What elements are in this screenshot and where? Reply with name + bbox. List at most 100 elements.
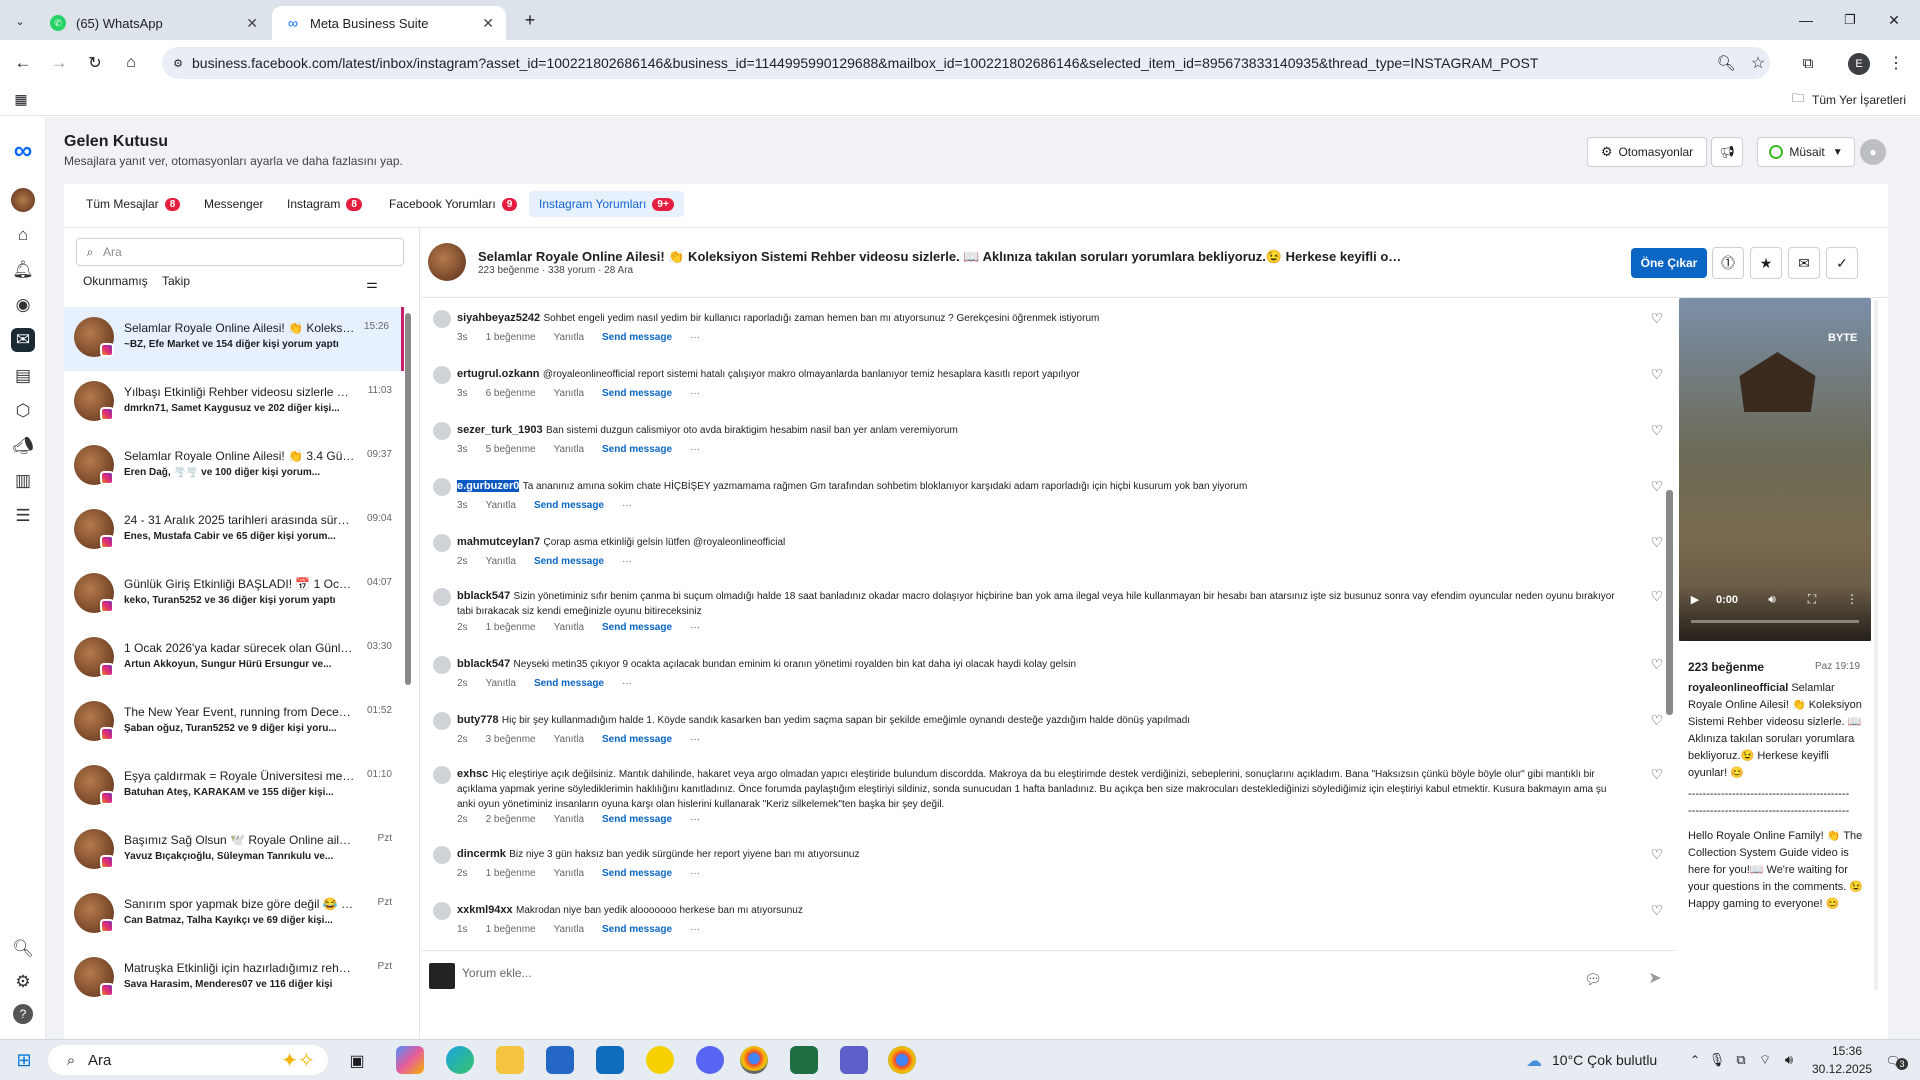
windows-start-icon[interactable]: ⊞ bbox=[14, 1050, 34, 1070]
play-icon[interactable]: ▶ bbox=[1688, 592, 1702, 606]
excel-icon[interactable] bbox=[790, 1046, 818, 1074]
send-message-link[interactable]: Send message bbox=[602, 924, 672, 935]
tab-whatsapp[interactable]: ✆ (65) WhatsApp ✕ bbox=[38, 6, 270, 40]
done-button[interactable]: ✓ bbox=[1826, 247, 1858, 279]
conversation-item[interactable]: Başımız Sağ Olsun 🕊️ Royale Online ailes… bbox=[64, 819, 404, 883]
forward-icon[interactable]: → bbox=[48, 52, 70, 74]
commenter-name[interactable]: siyahbeyaz5242 bbox=[457, 312, 540, 324]
like-heart-icon[interactable]: ♡ bbox=[1650, 712, 1663, 729]
comment-like-count[interactable]: 3 beğenme bbox=[486, 734, 536, 745]
conversation-item[interactable]: 24 - 31 Aralık 2025 tarihleri arasında s… bbox=[64, 499, 404, 563]
search-input[interactable]: ⌕ Ara bbox=[76, 238, 404, 266]
send-message-link[interactable]: Send message bbox=[602, 444, 672, 455]
filter-sliders-icon[interactable]: ⚌ bbox=[364, 276, 380, 292]
account-avatar[interactable] bbox=[11, 188, 35, 212]
like-heart-icon[interactable]: ♡ bbox=[1650, 846, 1663, 863]
commenter-name[interactable]: mahmutceylan7 bbox=[457, 536, 540, 548]
tab-messenger[interactable]: Messenger bbox=[194, 191, 273, 217]
volume-icon[interactable]: 🔊︎ bbox=[1764, 591, 1780, 607]
feature-button[interactable]: Öne Çıkar bbox=[1631, 248, 1707, 278]
more-options-icon[interactable]: ··· bbox=[622, 678, 632, 689]
filter-follow[interactable]: Takip bbox=[162, 274, 190, 288]
outlook-icon[interactable] bbox=[596, 1046, 624, 1074]
fullscreen-icon[interactable]: ⛶ bbox=[1804, 591, 1820, 607]
commenter-name[interactable]: buty778 bbox=[457, 714, 499, 726]
insights-icon[interactable]: ▥ bbox=[11, 469, 35, 493]
send-message-link[interactable]: Send message bbox=[534, 500, 604, 511]
comment-like-count[interactable]: 5 beğenme bbox=[486, 444, 536, 455]
commenter-name[interactable]: exhsc bbox=[457, 768, 488, 780]
tab-instagram-comments[interactable]: Instagram Yorumları 9+ bbox=[529, 191, 684, 217]
discord-icon[interactable] bbox=[696, 1046, 724, 1074]
store-icon[interactable] bbox=[546, 1046, 574, 1074]
reply-link[interactable]: Yanıtla bbox=[486, 556, 516, 567]
site-info-icon[interactable]: ⚙ bbox=[170, 55, 186, 71]
comment-like-count[interactable]: 1 beğenme bbox=[486, 868, 536, 879]
user-avatar[interactable]: ● bbox=[1860, 139, 1886, 165]
tab-instagram[interactable]: Instagram 8 bbox=[277, 191, 372, 217]
video-progress[interactable] bbox=[1691, 620, 1859, 623]
zoom-icon[interactable]: 🔍︎ bbox=[1716, 53, 1736, 73]
reply-link[interactable]: Yanıtla bbox=[554, 388, 584, 399]
reply-link[interactable]: Yanıtla bbox=[554, 814, 584, 825]
search-nav-icon[interactable]: 🔍︎ bbox=[11, 937, 35, 961]
commenter-name[interactable]: bblack547 bbox=[457, 590, 510, 602]
report-button[interactable]: ⓵ bbox=[1712, 247, 1744, 279]
comment-like-count[interactable]: 6 beğenme bbox=[486, 388, 536, 399]
reply-link[interactable]: Yanıtla bbox=[486, 678, 516, 689]
wifi-icon[interactable]: ⌔ bbox=[1756, 1051, 1774, 1069]
tab-facebook-comments[interactable]: Facebook Yorumları 9 bbox=[379, 191, 527, 217]
send-message-link[interactable]: Send message bbox=[602, 622, 672, 633]
volume-tray-icon[interactable]: 🔊︎ bbox=[1780, 1051, 1798, 1069]
reply-link[interactable]: Yanıtla bbox=[554, 924, 584, 935]
more-options-icon[interactable]: ··· bbox=[622, 500, 632, 511]
like-heart-icon[interactable]: ♡ bbox=[1650, 902, 1663, 919]
meta-logo-icon[interactable]: ∞ bbox=[11, 135, 35, 165]
conversation-item[interactable]: Sanırım spor yapmak bize göre değil 😂 - … bbox=[64, 883, 404, 947]
more-options-icon[interactable]: ··· bbox=[690, 444, 700, 455]
send-message-link[interactable]: Send message bbox=[602, 734, 672, 745]
conversation-item[interactable]: The New Year Event, running from Decemb.… bbox=[64, 691, 404, 755]
comment-like-count[interactable]: 2 beğenme bbox=[486, 814, 536, 825]
tray-chevron-icon[interactable]: ⌃ bbox=[1686, 1051, 1704, 1069]
chrome-icon[interactable] bbox=[740, 1046, 768, 1074]
commenter-name[interactable]: e.gurbuzer0 bbox=[457, 480, 520, 492]
display-icon[interactable]: ⧉ bbox=[1732, 1051, 1750, 1069]
close-tab-icon[interactable]: ✕ bbox=[246, 15, 258, 32]
reply-link[interactable]: Yanıtla bbox=[554, 332, 584, 343]
home-icon[interactable]: ⌂ bbox=[120, 52, 142, 74]
send-message-link[interactable]: Send message bbox=[602, 388, 672, 399]
copilot-app-icon[interactable] bbox=[396, 1046, 424, 1074]
notifications-icon[interactable]: 🔔︎ bbox=[11, 258, 35, 282]
more-options-icon[interactable]: ··· bbox=[690, 734, 700, 745]
all-bookmarks[interactable]: Tüm Yer İşaretleri bbox=[1812, 93, 1906, 107]
content-icon[interactable]: ▤ bbox=[11, 364, 35, 388]
tab-all-messages[interactable]: Tüm Mesajlar 8 bbox=[76, 191, 190, 217]
reply-link[interactable]: Yanıtla bbox=[554, 622, 584, 633]
reply-link[interactable]: Yanıtla bbox=[486, 500, 516, 511]
back-icon[interactable]: ← bbox=[12, 52, 34, 74]
conversation-item[interactable]: Selamlar Royale Online Ailesi! 👏 3.4 Gün… bbox=[64, 435, 404, 499]
clock-date[interactable]: 30.12.2025 bbox=[1812, 1062, 1872, 1076]
close-tab-icon[interactable]: ✕ bbox=[482, 15, 494, 32]
file-explorer-icon[interactable] bbox=[496, 1046, 524, 1074]
detail-scrollbar[interactable] bbox=[1874, 300, 1878, 990]
automations-button[interactable]: ⚙ Otomasyonlar bbox=[1587, 137, 1707, 167]
more-options-icon[interactable]: ··· bbox=[622, 556, 632, 567]
send-message-link[interactable]: Send message bbox=[602, 868, 672, 879]
ads-icon[interactable]: 📣︎ bbox=[11, 434, 35, 458]
teams-icon[interactable] bbox=[840, 1046, 868, 1074]
more-options-icon[interactable]: ··· bbox=[690, 622, 700, 633]
like-heart-icon[interactable]: ♡ bbox=[1650, 534, 1663, 551]
conversation-item[interactable]: Matruşka Etkinliği için hazırladığımız r… bbox=[64, 947, 404, 1011]
weather-text[interactable]: 10°C Çok bulutlu bbox=[1552, 1052, 1657, 1068]
restore-icon[interactable]: ❐ bbox=[1840, 10, 1860, 30]
activity-icon[interactable]: ◉ bbox=[11, 293, 35, 317]
comments-scrollbar[interactable] bbox=[1666, 490, 1673, 715]
address-bar[interactable]: ⚙ business.facebook.com/latest/inbox/ins… bbox=[162, 47, 1770, 79]
like-heart-icon[interactable]: ♡ bbox=[1650, 310, 1663, 327]
plex-icon[interactable] bbox=[646, 1046, 674, 1074]
task-view-icon[interactable]: ▣ bbox=[346, 1050, 368, 1072]
commenter-name[interactable]: bblack547 bbox=[457, 658, 510, 670]
more-menu-icon[interactable]: ⋮ bbox=[1886, 53, 1906, 73]
